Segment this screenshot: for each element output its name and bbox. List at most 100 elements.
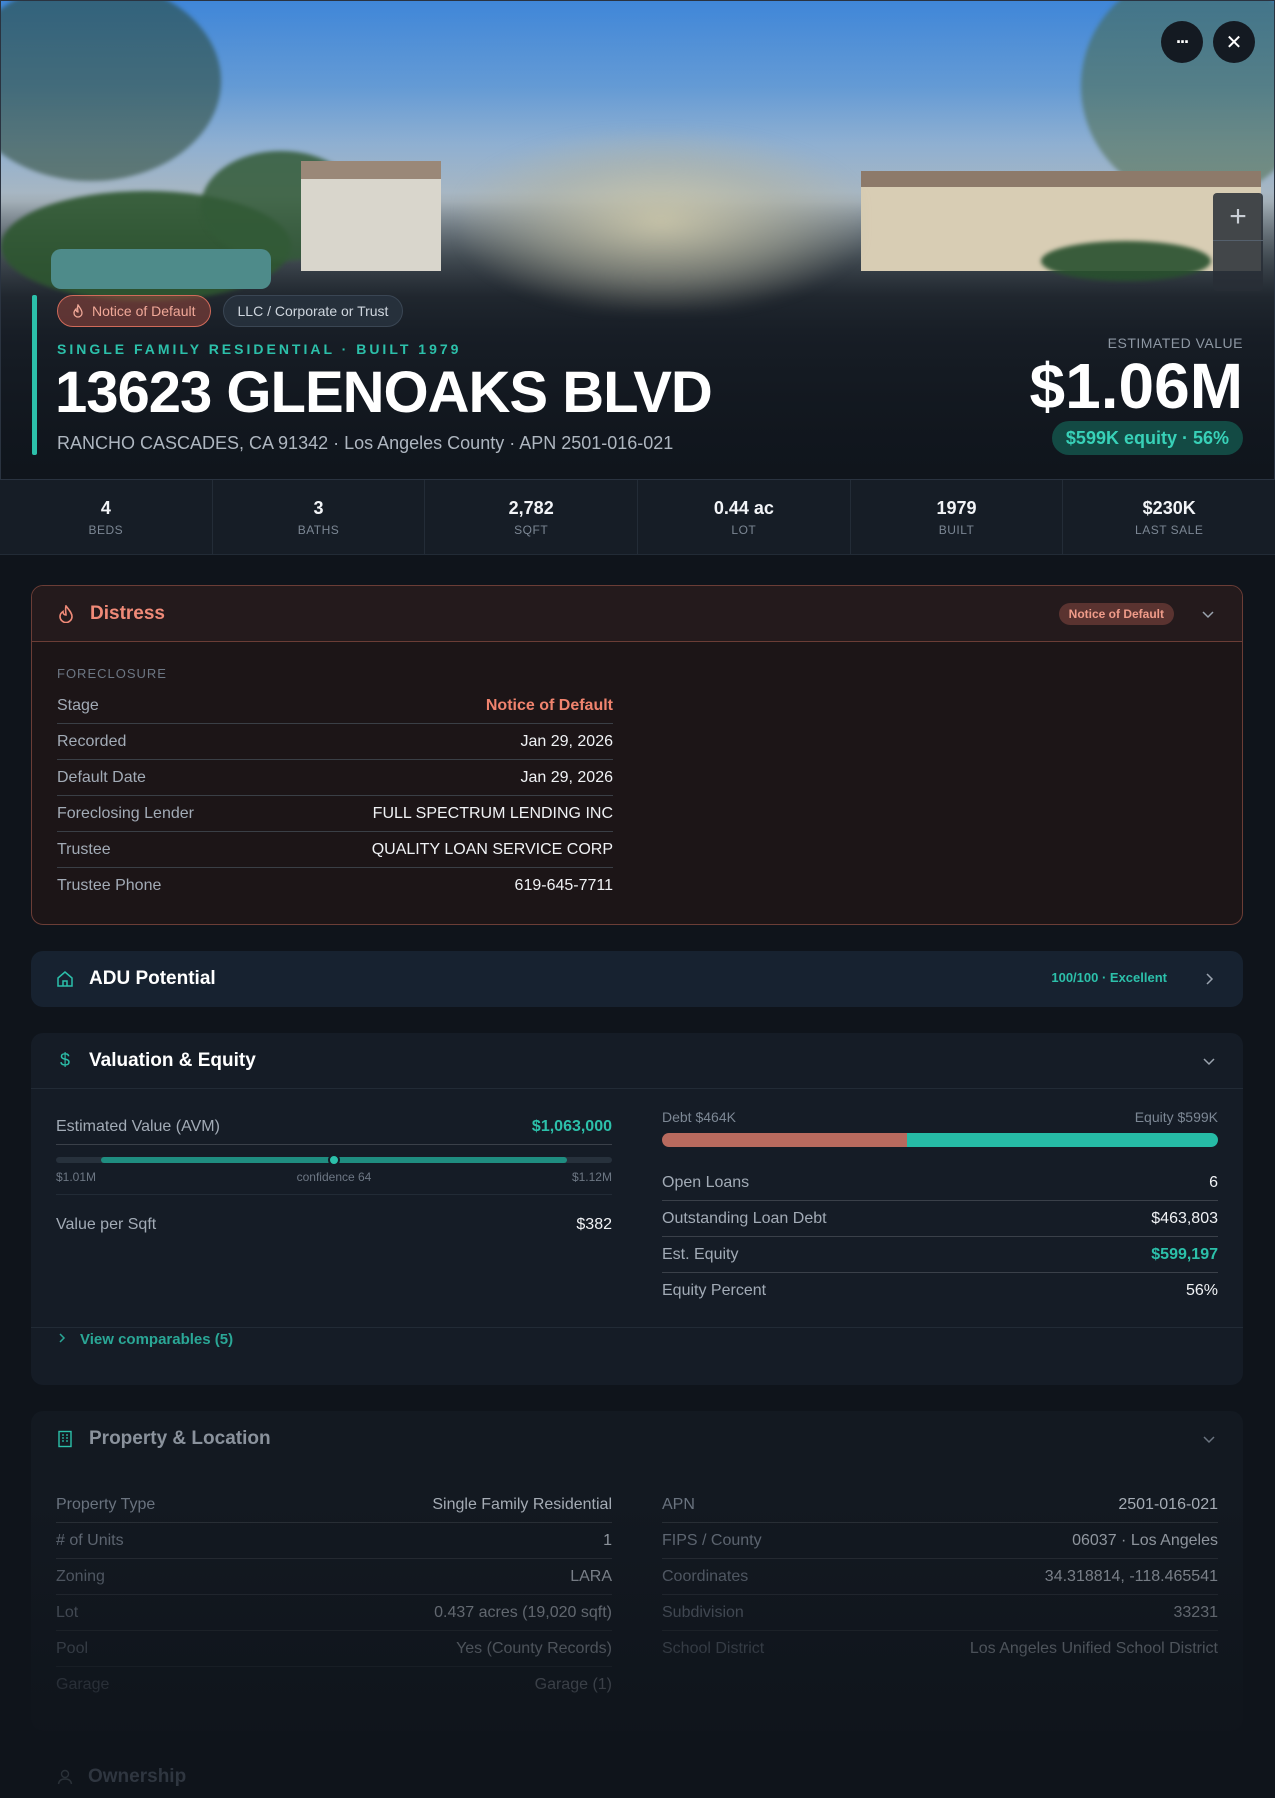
chevron-right-icon[interactable]	[1199, 969, 1219, 989]
chevron-down-icon[interactable]	[1199, 1051, 1219, 1071]
row-key: Open Loans	[662, 1173, 750, 1191]
avm-range-labels: $1.01M confidence 64 $1.12M	[56, 1170, 612, 1184]
property-row: # of Units 1	[56, 1523, 612, 1559]
property-right-column: APN 2501-016-021 FIPS / County 06037 · Los…	[662, 1487, 1218, 1667]
view-comparables-label: View comparables (5)	[80, 1331, 234, 1348]
llc-badge[interactable]: LLC / Corporate or Trust	[222, 295, 404, 327]
distress-header[interactable]: Distress Notice of Default	[32, 586, 1242, 642]
row-key: Garage	[56, 1676, 110, 1693]
hero-badges: Notice of Default LLC / Corporate or Tru…	[57, 295, 404, 327]
row-value: 2501-016-021	[1118, 1495, 1218, 1513]
foreclosure-row-trustee-phone: Trustee Phone 619-645-7711	[57, 868, 613, 904]
avm-range-marker	[328, 1154, 340, 1166]
stat-beds: 4 BEDS	[0, 480, 213, 554]
row-key: Pool	[56, 1639, 89, 1657]
zoom-out-button[interactable]	[1213, 241, 1263, 289]
row-key: School District	[662, 1640, 765, 1657]
row-value: Notice of Default	[485, 696, 613, 714]
adu-title: ADU Potential	[89, 968, 216, 989]
avm-value: $1,063,000	[531, 1117, 612, 1135]
row-value: 0.437 acres (19,020 sqft)	[434, 1603, 612, 1621]
stat-label: LAST SALE	[1135, 522, 1204, 537]
flame-icon	[72, 303, 84, 318]
estimated-value: $1.06M	[1029, 350, 1243, 422]
row-key: Recorded	[57, 732, 127, 750]
stat-label: BATHS	[297, 522, 340, 537]
chevron-right-icon	[56, 1331, 68, 1348]
home-icon	[55, 969, 75, 989]
property-row: School District Los Angeles Unified Schoo…	[662, 1631, 1218, 1667]
equity-percent-row: Equity Percent 56%	[662, 1273, 1218, 1309]
row-key: Coordinates	[662, 1567, 749, 1585]
more-icon: ···	[1176, 31, 1190, 52]
row-value: 34.318814, -118.465541	[1044, 1567, 1218, 1585]
row-key: # of Units	[56, 1531, 124, 1549]
equity-segment	[906, 1133, 1218, 1147]
property-row: Zoning LARA	[56, 1559, 612, 1595]
foreclosure-row-recorded: Recorded Jan 29, 2026	[57, 724, 613, 760]
row-value: Los Angeles Unified School District	[969, 1640, 1218, 1657]
debt-label: Debt $464K	[662, 1109, 736, 1125]
adu-card[interactable]: ADU Potential 100/100 · Excellent	[31, 951, 1243, 1007]
row-value: Yes (County Records)	[456, 1639, 612, 1657]
close-icon: ✕	[1225, 31, 1243, 54]
equity-label: Equity $599K	[1134, 1109, 1218, 1125]
debt-segment	[662, 1133, 907, 1147]
foreclosure-section-label: FORECLOSURE	[57, 666, 167, 681]
chevron-down-icon[interactable]	[1198, 604, 1218, 624]
zoom-control: +	[1213, 193, 1263, 291]
view-comparables-link[interactable]: View comparables (5)	[56, 1331, 233, 1348]
valuation-header[interactable]: $ Valuation & Equity	[31, 1033, 1243, 1089]
chevron-down-icon[interactable]	[1199, 1429, 1219, 1449]
foreclosure-row-lender: Foreclosing Lender FULL SPECTRUM LENDING …	[57, 796, 613, 832]
est-equity-row: Est. Equity $599,197	[662, 1237, 1218, 1273]
more-options-button[interactable]: ···	[1161, 21, 1203, 63]
value-per-sqft-row: Value per Sqft $382	[56, 1207, 612, 1243]
row-key: Foreclosing Lender	[57, 804, 194, 822]
adu-header[interactable]: ADU Potential 100/100 · Excellent	[31, 951, 1243, 1007]
row-key: Default Date	[57, 768, 146, 786]
stat-value: 3	[313, 497, 324, 518]
property-row: Coordinates 34.318814, -118.465541	[662, 1559, 1218, 1595]
row-key: Stage	[57, 696, 99, 714]
stat-value: $230K	[1142, 497, 1196, 518]
stat-last-sale: $230K LAST SALE	[1063, 480, 1275, 554]
row-key: Trustee	[57, 840, 111, 858]
close-button[interactable]: ✕	[1213, 21, 1255, 63]
row-value: 619-645-7711	[514, 877, 613, 894]
notice-of-default-badge[interactable]: Notice of Default	[57, 295, 211, 327]
dollar-icon: $	[59, 1050, 70, 1070]
property-row: Garage Garage (1)	[56, 1667, 612, 1703]
row-key: Value per Sqft	[56, 1216, 157, 1233]
avm-range-track	[56, 1154, 612, 1166]
stat-label: BUILT	[938, 522, 975, 537]
valuation-left-column: Estimated Value (AVM) $1,063,000 $1.01M …	[56, 1109, 612, 1243]
foreclosure-row-trustee: Trustee QUALITY LOAN SERVICE CORP	[57, 832, 613, 868]
distress-card: Distress Notice of Default FORECLOSURE S…	[31, 585, 1243, 925]
property-header[interactable]: Property & Location	[31, 1411, 1243, 1467]
loan-debt-row: Outstanding Loan Debt $463,803	[662, 1201, 1218, 1237]
row-value: LARA	[570, 1567, 612, 1585]
row-key: FIPS / County	[662, 1531, 762, 1549]
row-value: $463,803	[1151, 1209, 1218, 1227]
valuation-title: Valuation & Equity	[89, 1049, 256, 1071]
sub-address: RANCHO CASCADES, CA 91342 · Los Angeles …	[57, 433, 674, 453]
badge-label: Notice of Default	[92, 303, 196, 319]
row-value: Single Family Residential	[432, 1495, 612, 1513]
distress-title: Distress	[90, 602, 165, 624]
hero-accent-bar	[32, 295, 37, 455]
valuation-divider	[31, 1327, 1243, 1328]
row-value: Jan 29, 2026	[520, 768, 613, 786]
row-value: 06037 · Los Angeles	[1072, 1531, 1218, 1549]
property-row: FIPS / County 06037 · Los Angeles	[662, 1523, 1218, 1559]
stat-value: 0.44 ac	[713, 497, 774, 518]
property-title: Property & Location	[89, 1428, 271, 1449]
ownership-title[interactable]: Ownership	[88, 1766, 186, 1788]
zoom-in-button[interactable]: +	[1213, 193, 1263, 241]
property-row: APN 2501-016-021	[662, 1487, 1218, 1523]
foreclosure-row-stage: Stage Notice of Default	[57, 688, 613, 724]
row-value: $382	[576, 1216, 612, 1233]
row-key: Lot	[56, 1603, 79, 1621]
row-value: Garage (1)	[534, 1676, 612, 1693]
row-value: $599,197	[1151, 1245, 1218, 1263]
